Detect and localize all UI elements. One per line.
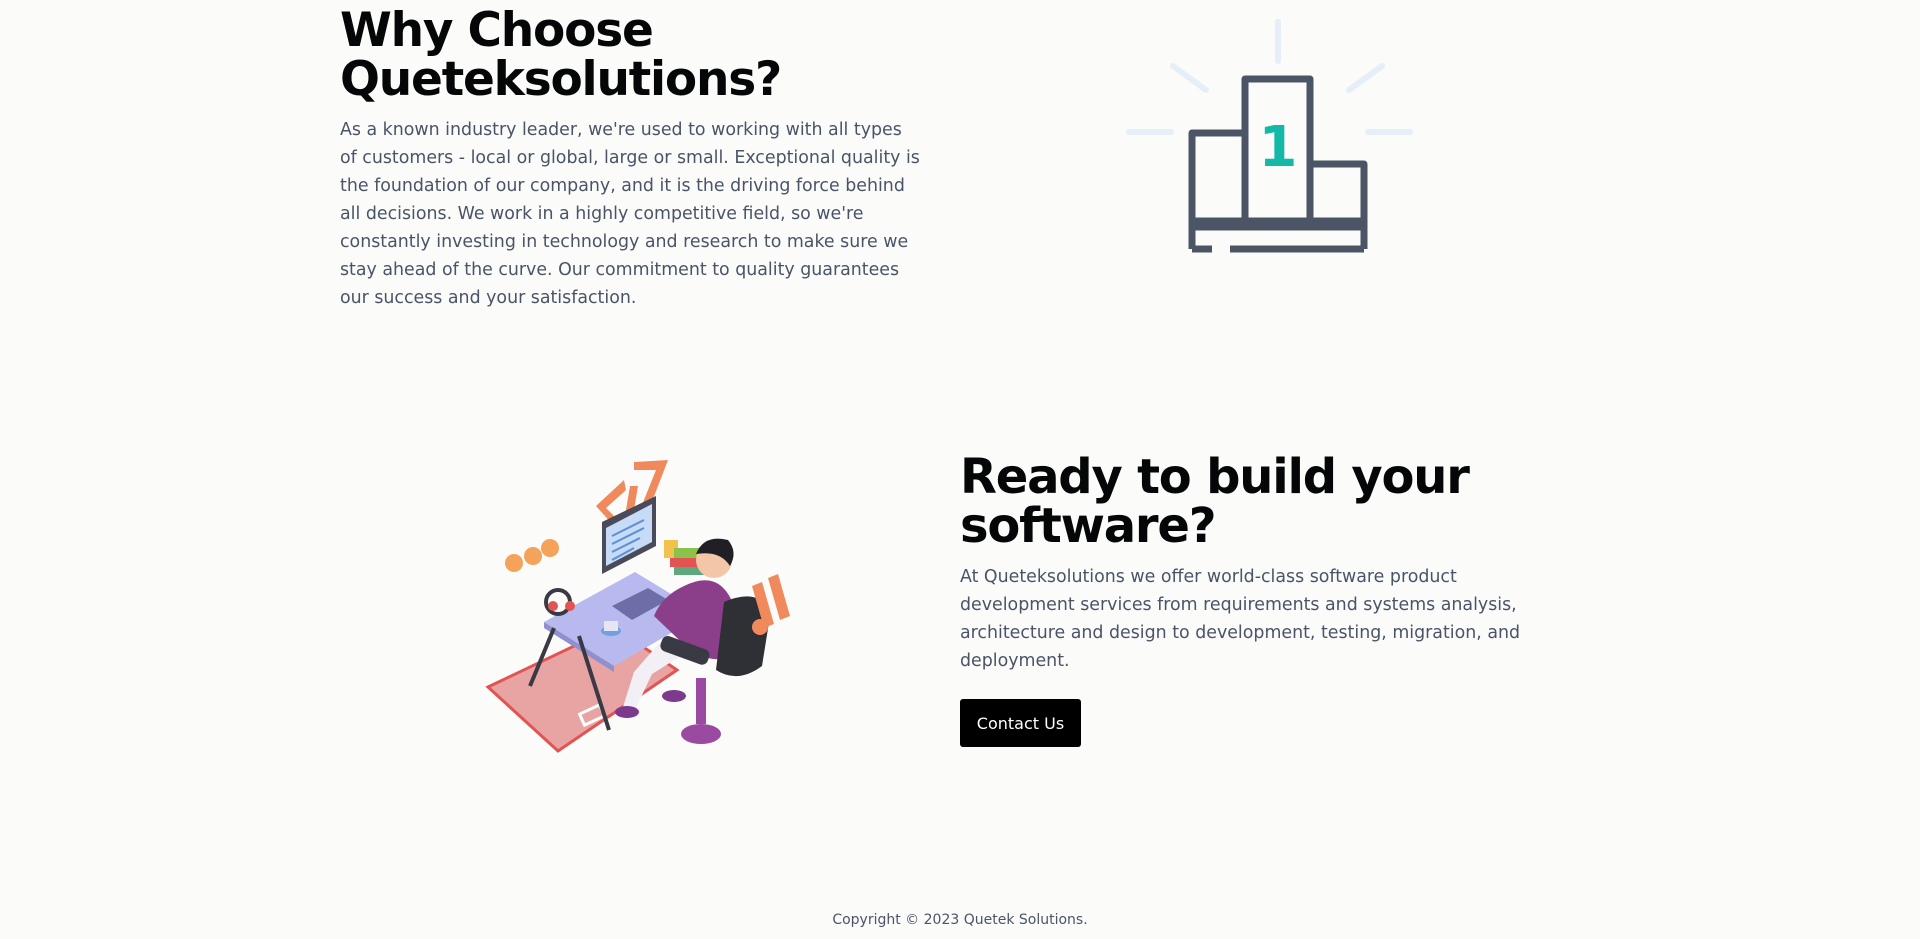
why-title-line2: Queteksolutions? — [340, 52, 782, 107]
ready-title-line2: software? — [960, 498, 1217, 554]
shoe — [662, 690, 686, 702]
chair-post — [696, 678, 706, 724]
ready-title: Ready to build your software? — [960, 453, 1540, 551]
ready-to-build-section: Ready to build your software? At Queteks… — [960, 453, 1540, 675]
podium-illustration-svg: 1 — [1126, 19, 1413, 253]
dots-icon — [505, 539, 559, 572]
podium-number: 1 — [1259, 115, 1298, 180]
why-choose-title: Why Choose Queteksolutions? — [340, 6, 920, 104]
podium-first-place-icon: 1 — [1120, 16, 1420, 256]
headphones-icon — [544, 588, 572, 616]
developer-at-desk-illustration — [484, 456, 814, 756]
why-choose-description: As a known industry leader, we're used t… — [340, 120, 920, 308]
contact-us-button[interactable]: Contact Us — [960, 699, 1081, 747]
why-title-line1: Why Choose — [340, 3, 654, 58]
developer-illustration-svg — [485, 460, 790, 753]
ready-title-line1: Ready to build your — [960, 449, 1470, 505]
footer-copyright: Copyright © 2023 Quetek Solutions. — [832, 912, 1088, 928]
chair-base — [681, 724, 721, 744]
why-choose-section: Why Choose Queteksolutions? As a known i… — [340, 6, 920, 312]
shoe — [615, 706, 639, 718]
ready-description: At Queteksolutions we offer world-class … — [960, 567, 1521, 671]
